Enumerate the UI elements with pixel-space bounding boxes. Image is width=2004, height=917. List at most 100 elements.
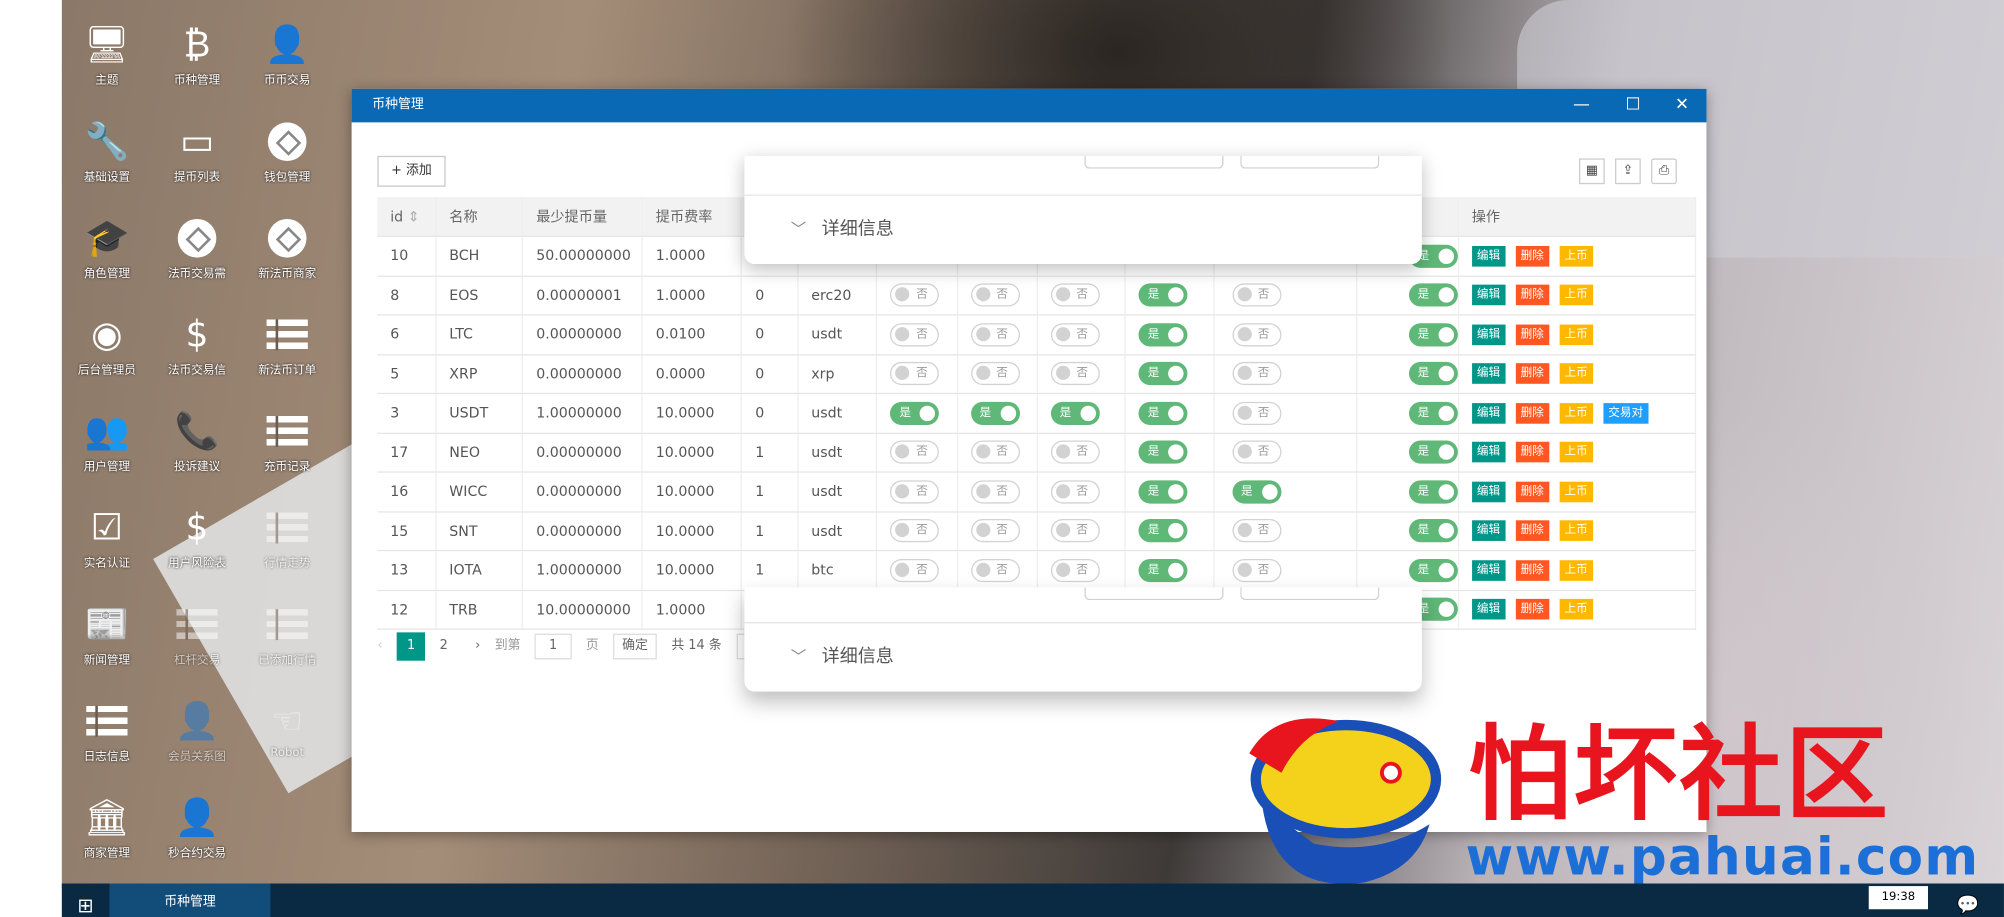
page-1[interactable]: 1 [396,632,426,661]
desktop-icon-bitcoin[interactable]: ₿ 币种管理 [152,6,242,96]
desktop-icon-monitor[interactable]: 🖥 主题 [62,6,152,96]
toggle-switch[interactable]: 否 [890,322,940,347]
delete-button[interactable]: 删除 [1515,559,1550,581]
list-coin-button[interactable]: 上币 [1559,245,1593,267]
desktop-icon-user-circle[interactable]: ◉ 后台管理员 [62,296,152,386]
toggle-switch[interactable]: 是 [1138,440,1188,464]
close-icon[interactable]: ✕ [1659,89,1705,122]
toggle-switch[interactable]: 是 [1408,322,1458,347]
toggle-switch[interactable]: 否 [970,480,1020,504]
toggle-switch[interactable]: 否 [890,362,940,386]
edit-button[interactable]: 编辑 [1471,324,1506,345]
overlay-button-stub[interactable] [1240,155,1380,169]
list-coin-button[interactable]: 上币 [1559,520,1593,542]
desktop-icon-credit-card[interactable]: ▭ 提币列表 [152,103,242,193]
edit-button[interactable]: 编辑 [1471,402,1506,424]
delete-button[interactable]: 删除 [1515,481,1550,502]
toggle-switch[interactable]: 否 [890,283,940,307]
toggle-switch[interactable]: 是 [1408,283,1458,307]
desktop-icon-phone[interactable]: 📞 投诉建议 [152,393,242,483]
edit-button[interactable]: 编辑 [1471,481,1506,502]
toggle-switch[interactable]: 是 [1138,480,1188,504]
desktop-icon-list[interactable]: 已添加行情 [242,586,332,676]
delete-button[interactable]: 删除 [1515,324,1550,345]
desktop-icon-bank[interactable]: 🏛 商家管理 [62,779,152,869]
toggle-switch[interactable]: 是 [1138,558,1188,582]
desktop-icon-list[interactable]: 充币记录 [242,393,332,483]
overlay-button-stub[interactable] [1084,587,1224,601]
toggle-switch[interactable]: 否 [1050,440,1100,464]
page-2[interactable]: 2 [440,632,448,660]
desktop-icon-checkbox[interactable]: ☑ 实名认证 [62,489,152,579]
edit-button[interactable]: 编辑 [1471,599,1506,620]
toggle-switch[interactable]: 否 [970,283,1020,307]
desktop-icon-dollar[interactable]: $ 法币交易信 [152,296,242,386]
message-icon[interactable]: 💬 [1942,883,1994,917]
page-input[interactable]: 1 [534,633,572,660]
toggle-switch[interactable]: 是 [1408,558,1458,582]
prev-page-icon[interactable]: ‹ [377,632,382,660]
list-coin-button[interactable]: 上币 [1559,442,1593,463]
toggle-switch[interactable]: 是 [1408,519,1458,543]
toggle-switch[interactable]: 否 [1231,401,1281,425]
list-coin-button[interactable]: 上币 [1559,481,1593,502]
toggle-switch[interactable]: 是 [1408,440,1458,464]
desktop-icon-hand[interactable]: ☜ Robot [242,683,332,773]
edit-button[interactable]: 编辑 [1471,245,1506,267]
confirm-button[interactable]: 确定 [613,633,657,660]
toggle-switch[interactable]: 是 [890,401,940,425]
next-page-icon[interactable]: › [475,632,480,660]
details-toggle[interactable]: ﹀ 详细信息 [744,194,1422,261]
toggle-switch[interactable]: 否 [1050,322,1100,347]
toggle-switch[interactable]: 否 [1050,283,1100,307]
toggle-switch[interactable]: 否 [1231,558,1281,582]
toggle-switch[interactable]: 否 [970,519,1020,543]
edit-button[interactable]: 编辑 [1471,442,1506,463]
delete-button[interactable]: 删除 [1515,520,1550,542]
window-titlebar[interactable]: 币种管理 — ☐ ✕ [351,88,1707,123]
column-header-id[interactable]: id ⇕ [377,197,437,237]
desktop-icon-wrench[interactable]: 🔧 基础设置 [62,103,152,193]
print-icon[interactable]: ⎙ [1651,158,1677,185]
toggle-switch[interactable]: 否 [1231,283,1281,307]
toggle-switch[interactable]: 是 [1138,519,1188,543]
taskbar-item-coin-management[interactable]: 币种管理 [109,883,271,917]
export-icon[interactable]: ⇪ [1615,158,1641,185]
list-coin-button[interactable]: 上币 [1559,402,1593,424]
list-coin-button[interactable]: 上币 [1559,559,1593,581]
toggle-switch[interactable]: 是 [1408,362,1458,386]
overlay-button-stub[interactable] [1084,155,1224,169]
toggle-switch[interactable]: 否 [970,440,1020,464]
list-coin-button[interactable]: 上币 [1559,284,1593,306]
desktop-icon-list[interactable]: 行情走势 [242,489,332,579]
toggle-switch[interactable]: 否 [1050,558,1100,582]
edit-button[interactable]: 编辑 [1471,559,1506,581]
start-button-icon[interactable]: ⊞ [62,883,110,917]
toggle-switch[interactable]: 否 [1050,519,1100,543]
toggle-switch[interactable]: 否 [890,440,940,464]
desktop-icon-circle-arrows[interactable]: 法币交易需 [152,200,242,290]
toggle-switch[interactable]: 是 [1138,322,1188,347]
edit-button[interactable]: 编辑 [1471,520,1506,542]
delete-button[interactable]: 删除 [1515,363,1550,385]
delete-button[interactable]: 删除 [1515,599,1550,620]
minimize-icon[interactable]: — [1558,89,1604,122]
toggle-switch[interactable]: 否 [890,519,940,543]
toggle-switch[interactable]: 否 [1231,362,1281,386]
toggle-switch[interactable]: 否 [970,558,1020,582]
toggle-switch[interactable]: 否 [970,362,1020,386]
add-button[interactable]: + 添加 [377,155,446,187]
toggle-switch[interactable]: 否 [1231,440,1281,464]
delete-button[interactable]: 删除 [1515,245,1550,267]
desktop-icon-list[interactable]: 日志信息 [62,683,152,773]
overlay-button-stub[interactable] [1240,587,1380,601]
toggle-switch[interactable]: 是 [1408,480,1458,504]
delete-button[interactable]: 删除 [1515,402,1550,424]
list-coin-button[interactable]: 上币 [1559,363,1593,385]
desktop-icon-dollar[interactable]: $ 用户风险表 [152,489,242,579]
desktop-icon-user-plus[interactable]: 👤 秒合约交易 [152,779,242,869]
toggle-switch[interactable]: 是 [1408,401,1458,425]
toggle-switch[interactable]: 否 [890,480,940,504]
sort-icon[interactable]: ⇕ [408,208,420,225]
trade-pair-button[interactable]: 交易对 [1603,402,1649,424]
